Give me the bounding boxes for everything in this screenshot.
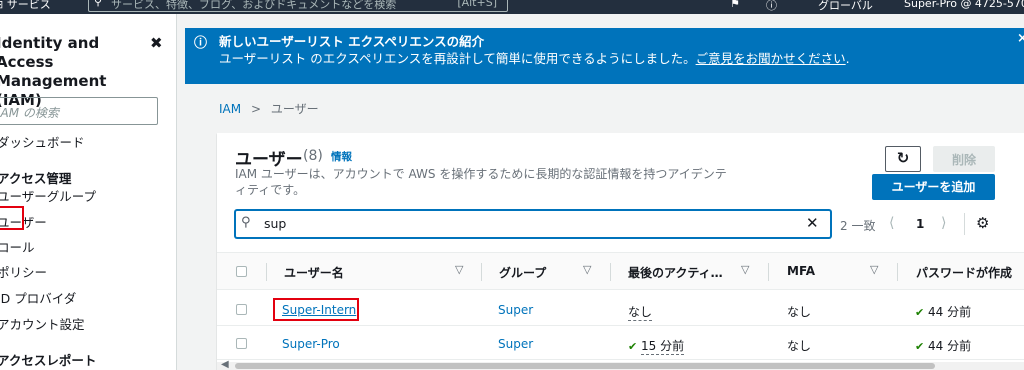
global-search-input[interactable]: ⚲ サービス、特徴、ブログ、およびドキュメントなどを検索 [Alt+S] xyxy=(88,0,508,12)
mfa-value: なし xyxy=(787,305,812,319)
info-icon: ⓘ xyxy=(194,36,208,51)
mfa-value: なし xyxy=(787,339,812,353)
previous-page-icon[interactable]: ⟨ xyxy=(889,215,894,231)
add-user-button[interactable]: ユーザーを追加 xyxy=(872,174,995,200)
match-count: 2 一致 xyxy=(840,219,876,233)
iam-sidebar: Identity and Access Management (IAM) ✖ I… xyxy=(0,14,177,370)
column-divider xyxy=(897,263,898,281)
table-row: Super-Pro Super ✔ 15 分前 なし ✔ 44 分前 xyxy=(217,327,1024,360)
next-page-icon[interactable]: ⟩ xyxy=(941,215,946,231)
users-table-panel: ユーザー (8) 情報 IAM ユーザーは、アカウントで AWS を操作するため… xyxy=(217,133,1024,370)
search-icon: ⚲ xyxy=(241,215,251,230)
sidebar-item-user-groups[interactable]: ユーザーグループ xyxy=(0,186,96,205)
sidebar-item-account-settings[interactable]: アカウント設定 xyxy=(0,314,85,333)
pagination-divider xyxy=(964,213,965,235)
group-link[interactable]: Super xyxy=(498,303,533,317)
sidebar-heading-access-management: アクセス管理 xyxy=(0,171,72,186)
breadcrumb: IAM > ユーザー xyxy=(219,100,319,117)
sidebar-item-dashboard[interactable]: ダッシュボード xyxy=(0,132,85,151)
global-search-placeholder: サービス、特徴、ブログ、およびドキュメントなどを検索 xyxy=(111,0,397,11)
feedback-link[interactable]: ご意見をお聞かせください xyxy=(696,51,846,66)
sidebar-item-identity-providers[interactable]: ID プロバイダ xyxy=(0,288,76,307)
breadcrumb-iam-link[interactable]: IAM xyxy=(219,102,241,116)
filter-value: sup xyxy=(264,216,287,231)
scroll-left-icon[interactable]: ◀ xyxy=(221,359,229,370)
refresh-button[interactable]: ↻ xyxy=(885,146,921,172)
region-selector[interactable]: グローバル xyxy=(818,0,873,13)
success-check-icon: ✔ xyxy=(628,340,638,353)
scrollbar-thumb[interactable] xyxy=(235,363,935,369)
sidebar-search-placeholder: IAM の検索 xyxy=(0,106,59,120)
row-checkbox[interactable] xyxy=(236,304,247,315)
breadcrumb-separator-icon: > xyxy=(250,102,261,116)
table-preferences-gear-icon[interactable]: ⚙ xyxy=(976,214,989,232)
sort-icon[interactable]: ▽ xyxy=(870,263,878,276)
user-count: (8) xyxy=(303,148,323,164)
success-check-icon: ✔ xyxy=(915,340,925,353)
column-header-last-activity[interactable]: 最後のアクティ… xyxy=(628,264,723,281)
column-divider xyxy=(610,263,611,281)
table-row: Super-Intern Super なし なし ✔ 44 分前 xyxy=(217,293,1024,326)
group-link[interactable]: Super xyxy=(498,337,533,351)
column-header-mfa[interactable]: MFA xyxy=(787,264,815,278)
success-check-icon: ✔ xyxy=(915,306,925,319)
column-divider xyxy=(481,263,482,281)
help-icon[interactable]: ⓘ xyxy=(766,0,777,13)
sort-icon[interactable]: ▽ xyxy=(741,263,749,276)
page-number[interactable]: 1 xyxy=(916,217,924,231)
column-header-username[interactable]: ユーザー名 xyxy=(284,264,344,281)
row-checkbox[interactable] xyxy=(236,338,247,349)
password-age-value: 44 分前 xyxy=(928,339,972,353)
sort-icon[interactable]: ▽ xyxy=(455,263,463,276)
services-menu[interactable]: ⊞ サービス xyxy=(0,0,51,12)
password-age-value: 44 分前 xyxy=(928,305,972,319)
sidebar-search-input[interactable]: IAM の検索 xyxy=(0,97,158,125)
delete-button[interactable]: 削除 xyxy=(933,146,995,172)
panel-description: IAM ユーザーは、アカウントで AWS を操作するために長期的な認証情報を持つ… xyxy=(235,167,727,197)
breadcrumb-current: ユーザー xyxy=(270,102,319,116)
info-link[interactable]: 情報 xyxy=(331,149,352,164)
refresh-icon: ↻ xyxy=(896,149,910,167)
column-divider xyxy=(266,263,267,281)
column-header-password-created[interactable]: パスワードが作成 xyxy=(916,264,1012,281)
last-activity-value: なし xyxy=(628,305,653,321)
sidebar-item-policies[interactable]: ポリシー xyxy=(0,262,47,281)
table-header: ユーザー名 ▽ グループ ▽ 最後のアクティ… ▽ MFA ▽ パスワードが作成 xyxy=(217,252,1024,290)
notifications-bell-icon[interactable]: ⚑ xyxy=(730,0,740,10)
sidebar-close-icon[interactable]: ✖ xyxy=(150,34,163,52)
top-nav-bar: ⊞ サービス ⚲ サービス、特徴、ブログ、およびドキュメントなどを検索 [Alt… xyxy=(0,0,1024,14)
last-activity-value: 15 分前 xyxy=(641,339,685,355)
notice-close-icon[interactable]: × xyxy=(1017,31,1024,46)
column-header-group[interactable]: グループ xyxy=(499,264,546,281)
user-filter-input[interactable]: ⚲ sup ✕ xyxy=(235,210,831,238)
clear-filter-icon[interactable]: ✕ xyxy=(806,214,819,232)
info-flashbar: ⓘ 新しいユーザーリスト エクスペリエンスの紹介 ユーザーリスト のエクスペリエ… xyxy=(185,28,1024,84)
sidebar-item-roles[interactable]: ロール xyxy=(0,237,35,256)
search-shortcut-hint: [Alt+S] xyxy=(457,0,497,9)
select-all-checkbox[interactable] xyxy=(236,266,247,277)
column-divider xyxy=(768,263,769,281)
notice-body: ユーザーリスト のエクスペリエンスを再設計して簡単に使用できるようにしました。ご… xyxy=(219,51,850,66)
account-menu[interactable]: Super-Pro @ 4725-5707 xyxy=(904,0,1024,10)
search-icon: ⚲ xyxy=(94,0,103,8)
sidebar-item-users-highlight xyxy=(0,206,24,230)
sidebar-heading-access-reports: アクセスレポート xyxy=(0,353,97,368)
sort-icon[interactable]: ▽ xyxy=(583,263,591,276)
username-link[interactable]: Super-Intern xyxy=(282,303,356,317)
horizontal-scrollbar[interactable]: ◀ xyxy=(217,359,1024,370)
username-link[interactable]: Super-Pro xyxy=(282,337,340,351)
